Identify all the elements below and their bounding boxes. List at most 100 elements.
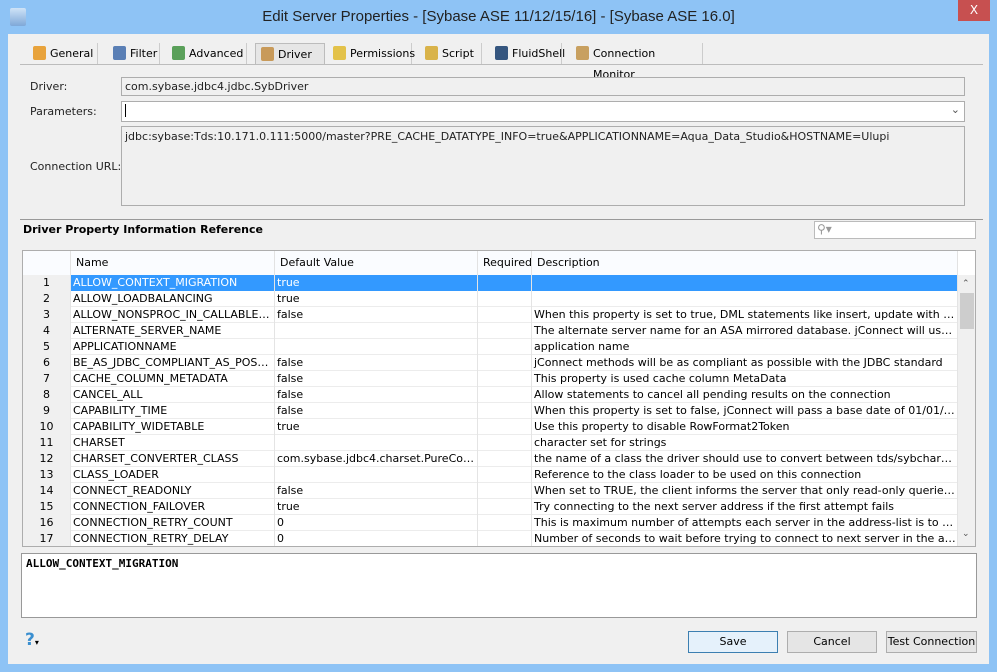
cell-row-number: 4 [23,323,71,339]
cell-name: CANCEL_ALL [71,387,275,403]
cell-row-number: 17 [23,531,71,546]
cell-default-value: true [275,419,478,435]
tab-connection-monitor[interactable]: Connection Monitor [571,43,703,81]
cell-required [478,275,532,291]
cell-name: CHARSET_CONVERTER_CLASS [71,451,275,467]
cell-default-value: true [275,499,478,515]
scroll-down-icon[interactable]: ⌄ [962,529,970,539]
table-row[interactable]: 6 BE_AS_JDBC_COMPLIANT_AS_POSSIBLE false jC… [23,355,958,371]
test-connection-button[interactable]: Test Connection [886,631,977,653]
search-icon[interactable]: ⚲▾ [817,222,832,236]
driver-label: Driver: [30,80,68,93]
app-icon [10,8,26,26]
table-row[interactable]: 12 CHARSET_CONVERTER_CLASS com.sybase.jdbc… [23,451,958,467]
vertical-scrollbar[interactable]: ⌃ ⌄ [958,275,975,546]
cell-required [478,419,532,435]
cell-name: CONNECT_READONLY [71,483,275,499]
cell-required [478,355,532,371]
cell-default-value: false [275,483,478,499]
tab-filter[interactable]: Filter [108,43,160,64]
cell-name: CAPABILITY_TIME [71,403,275,419]
table-row[interactable]: 8 CANCEL_ALL false Allow statements to canc… [23,387,958,403]
table-row[interactable]: 15 CONNECTION_FAILOVER true Try connecting … [23,499,958,515]
parameters-combobox[interactable]: ⌄ [121,101,965,122]
column-header-required[interactable]: Required [478,251,532,275]
cell-description [532,291,958,307]
cell-description: This property is used cache column MetaD… [532,371,958,387]
help-icon[interactable]: ?▾ [25,630,39,650]
cell-row-number: 8 [23,387,71,403]
table-row[interactable]: 11 CHARSET character set for strings [23,435,958,451]
cell-required [478,515,532,531]
tab-fluidshell[interactable]: FluidShell [490,43,565,64]
tab-general[interactable]: General [28,43,98,64]
cell-row-number: 10 [23,419,71,435]
cell-description: This is maximum number of attempts each … [532,515,958,531]
cell-name: CHARSET [71,435,275,451]
cell-row-number: 13 [23,467,71,483]
table-row[interactable]: 1 ALLOW_CONTEXT_MIGRATION true [23,275,958,291]
cell-default-value: 0 [275,515,478,531]
cell-default-value [275,467,478,483]
search-input[interactable]: ⚲▾ [814,221,976,239]
cell-required [478,435,532,451]
cancel-button[interactable]: Cancel [787,631,877,653]
general-tab-icon [33,46,46,60]
cell-name: CONNECTION_RETRY_DELAY [71,531,275,546]
table-row[interactable]: 4 ALTERNATE_SERVER_NAME The alternate serv… [23,323,958,339]
cell-name: ALLOW_NONSPROC_IN_CALLABLESTMT [73,307,275,323]
table-row[interactable]: 7 CACHE_COLUMN_METADATA false This property… [23,371,958,387]
tab-script[interactable]: Script [420,43,482,64]
script-tab-icon [425,46,438,60]
scrollbar-thumb[interactable] [960,293,974,329]
table-row[interactable]: 13 CLASS_LOADER Reference to the class loa… [23,467,958,483]
cell-required [478,531,532,546]
table-row[interactable]: 2 ALLOW_LOADBALANCING true [23,291,958,307]
cell-name: ALLOW_LOADBALANCING [71,291,275,307]
cell-row-number: 5 [23,339,71,355]
tab-advanced[interactable]: Advanced [167,43,247,64]
tab-permissions[interactable]: Permissions [328,43,415,64]
cell-default-value: false [275,355,478,371]
cell-description: The alternate server name for an ASA mir… [532,323,958,339]
cell-default-value [275,323,478,339]
cell-description: application name [532,339,958,355]
chevron-down-icon[interactable]: ⌄ [951,103,960,116]
cell-row-number: 16 [23,515,71,531]
connection-url-field[interactable]: jdbc:sybase:Tds:10.171.0.111:5000/master… [121,126,965,206]
table-row[interactable]: 14 CONNECT_READONLY false When set to TRUE,… [23,483,958,499]
cell-row-number: 9 [23,403,71,419]
cell-description: Use this property to disable RowFormat2T… [532,419,958,435]
tab-driver[interactable]: Driver [255,43,325,64]
cell-required [478,403,532,419]
cell-name: CONNECTION_RETRY_COUNT [71,515,275,531]
reference-title: Driver Property Information Reference [23,223,263,236]
table-row[interactable]: 17 CONNECTION_RETRY_DELAY 0 Number of secon… [23,531,958,546]
save-button[interactable]: Save [688,631,778,653]
close-button[interactable]: X [958,0,990,21]
table-row[interactable]: 3 ALLOW_NONSPROC_IN_CALLABLESTMT false When… [23,307,958,323]
cell-required [478,307,532,323]
cell-required [478,499,532,515]
cell-default-value: com.sybase.jdbc4.charset.PureConver... [277,451,478,467]
driver-tab-icon [261,47,274,61]
cell-default-value: false [275,307,478,323]
scroll-up-icon[interactable]: ⌃ [962,279,970,289]
table-row[interactable]: 9 CAPABILITY_TIME false When this property … [23,403,958,419]
cell-description [532,275,958,291]
cell-default-value [275,339,478,355]
cell-required [478,371,532,387]
cell-row-number: 15 [23,499,71,515]
parameters-input[interactable] [125,104,126,117]
column-header-name[interactable]: Name [71,251,275,275]
driver-field[interactable]: com.sybase.jdbc4.jdbc.SybDriver [121,77,965,96]
column-header-description[interactable]: Description [532,251,958,275]
tab-label: Advanced [189,47,244,60]
table-row[interactable]: 5 APPLICATIONNAME application name [23,339,958,355]
cell-name: ALTERNATE_SERVER_NAME [71,323,275,339]
cell-name: ALLOW_CONTEXT_MIGRATION [71,275,275,291]
column-header-default-value[interactable]: Default Value [275,251,478,275]
table-row[interactable]: 16 CONNECTION_RETRY_COUNT 0 This is maximum… [23,515,958,531]
cell-default-value: false [275,371,478,387]
table-row[interactable]: 10 CAPABILITY_WIDETABLE true Use this prope… [23,419,958,435]
